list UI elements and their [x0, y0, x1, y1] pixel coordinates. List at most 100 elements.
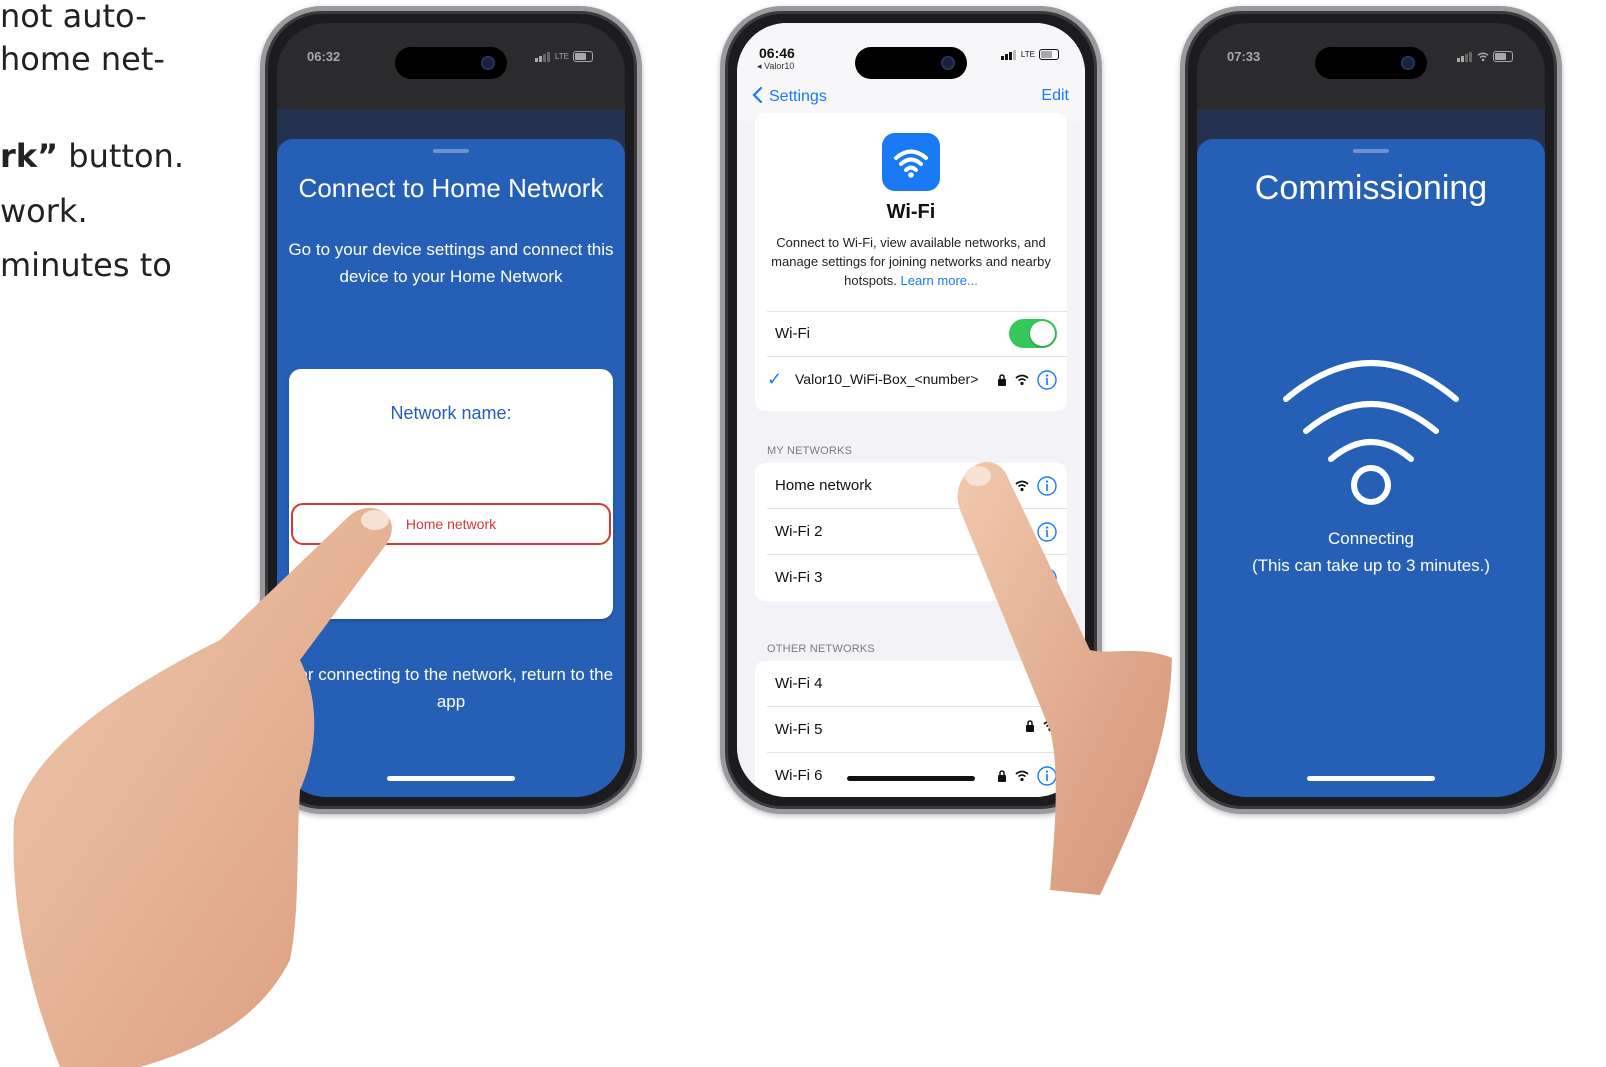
network-row[interactable]: Home network — [755, 463, 1067, 509]
wifi-card: Wi-Fi Connect to Wi-Fi, view available n… — [755, 113, 1067, 411]
dynamic-island — [395, 47, 507, 79]
phone-screen: 07:33 Commissioning Connecting (This can… — [1197, 23, 1545, 797]
phone-screen: 06:46 ◂ Valor10 LTE Settings Edit Wi-Fi … — [737, 23, 1085, 797]
network-card: Network name: Home network — [289, 369, 613, 619]
wifi-signal-icon — [1015, 526, 1029, 538]
page-title: Connect to Home Network — [298, 173, 604, 203]
edit-button[interactable]: Edit — [1041, 87, 1069, 105]
lock-icon — [998, 770, 1006, 782]
home-indicator[interactable] — [847, 776, 975, 781]
network-name: Wi-Fi 4 — [775, 675, 823, 692]
status-icons: LTE — [1000, 49, 1059, 60]
status-line: (This can take up to 3 minutes.) — [1251, 556, 1491, 575]
settings-back-label: Settings — [769, 88, 827, 105]
signal-icon — [1457, 51, 1472, 62]
instruction-paragraph: Go to your device settings and connect t… — [288, 240, 614, 286]
network-name: Wi-Fi 5 — [775, 721, 823, 738]
connected-network-name: Valor10_WiFi-Box_<number> — [795, 371, 979, 387]
wifi-signal-icon — [1477, 52, 1489, 61]
row-icons — [1043, 674, 1057, 686]
wifi-signal-icon — [1015, 480, 1029, 492]
connection-status: Connecting (This can take up to 3 minute… — [1197, 525, 1545, 579]
wifi-signal-icon — [1043, 720, 1057, 732]
wifi-toggle[interactable] — [1009, 319, 1057, 348]
home-indicator[interactable] — [387, 776, 515, 781]
network-type: LTE — [1020, 50, 1035, 59]
instruction-line: not auto- — [0, 0, 147, 35]
info-icon[interactable] — [1037, 370, 1057, 390]
checkmark-icon: ✓ — [767, 369, 783, 389]
network-name: Home network — [775, 477, 872, 494]
commissioning-sheet: Commissioning Connecting (This can take … — [1197, 139, 1545, 797]
network-row[interactable]: Wi-Fi 4 — [755, 661, 1067, 707]
wifi-heading: Wi-Fi — [886, 201, 936, 223]
info-icon[interactable] — [1037, 568, 1057, 588]
chevron-left-icon — [752, 86, 763, 104]
signal-icon — [534, 51, 550, 62]
home-indicator[interactable] — [1307, 776, 1435, 781]
row-icons — [1015, 522, 1057, 542]
network-row[interactable]: Wi-Fi 3 — [755, 555, 1067, 601]
status-time: 07:33 — [1227, 49, 1261, 64]
instruction-line: home net- — [0, 40, 165, 78]
row-icons — [997, 766, 1057, 786]
row-icons — [1037, 568, 1057, 588]
settings-back-button[interactable]: Settings — [751, 86, 827, 106]
lock-icon — [998, 374, 1006, 386]
status-icons: LTE — [534, 51, 593, 62]
battery-icon — [1039, 49, 1059, 60]
network-row[interactable]: Wi-Fi 5 — [755, 707, 1067, 753]
status-icons — [1457, 51, 1513, 62]
network-name-label: Network name: — [390, 403, 512, 423]
sheet-grabber[interactable] — [1353, 149, 1389, 153]
wifi-toggle-label: Wi-Fi — [775, 325, 810, 342]
battery-icon — [1493, 51, 1513, 62]
status-time: 06:46 — [759, 45, 795, 61]
row-icons — [1015, 476, 1057, 496]
network-row[interactable]: Wi-Fi 6 — [755, 753, 1067, 797]
my-networks-list: Home network Wi-Fi 2 Wi-Fi 3 — [755, 463, 1067, 601]
camera-icon — [481, 56, 495, 70]
wifi-signal-icon — [1043, 674, 1057, 686]
dynamic-island — [855, 47, 967, 79]
connect-sheet: Connect to Home Network Go to your devic… — [277, 139, 625, 797]
wifi-app-icon — [882, 133, 940, 191]
phone-commissioning: 07:33 Commissioning Connecting (This can… — [1180, 6, 1562, 814]
network-type: LTE — [554, 52, 569, 61]
row-icons — [997, 370, 1057, 390]
network-name: Wi-Fi 6 — [775, 767, 823, 784]
status-line: Connecting — [1327, 529, 1414, 548]
phone-connect-home: 06:32 LTE Connect to Home Network Go to … — [260, 6, 642, 814]
sheet-grabber[interactable] — [433, 149, 469, 153]
info-icon[interactable] — [1037, 766, 1057, 786]
info-icon[interactable] — [1037, 522, 1057, 542]
instruction-bold: rk” — [0, 137, 59, 175]
network-name: Wi-Fi 3 — [775, 569, 823, 586]
wifi-description: Connect to Wi-Fi, view available network… — [763, 233, 1059, 290]
info-icon[interactable] — [1037, 476, 1057, 496]
home-network-button[interactable]: Home network — [291, 503, 611, 545]
wifi-toggle-row[interactable]: Wi-Fi — [755, 311, 1067, 357]
instruction-line: work. — [0, 192, 88, 230]
my-networks-label: MY NETWORKS — [767, 445, 853, 457]
wifi-icon — [894, 149, 928, 178]
battery-icon — [573, 51, 593, 62]
after-connect-text: fter connecting to the network, return t… — [288, 665, 614, 711]
wifi-signal-icon — [1015, 770, 1029, 782]
phone-screen: 06:32 LTE Connect to Home Network Go to … — [277, 23, 625, 797]
learn-more-link[interactable]: Learn more... — [901, 273, 978, 288]
lock-icon — [1026, 720, 1034, 732]
instruction-rest: button. — [58, 137, 184, 175]
instruction-line: minutes to — [0, 246, 172, 284]
wifi-connecting-icon — [1283, 360, 1459, 505]
connected-network-row[interactable]: ✓ Valor10_WiFi-Box_<number> — [755, 357, 1067, 403]
row-divider — [767, 311, 1067, 312]
back-to-app-link[interactable]: ◂ Valor10 — [757, 61, 794, 72]
row-icons — [1025, 720, 1057, 732]
dynamic-island — [1315, 47, 1427, 79]
status-time: 06:32 — [307, 49, 341, 64]
network-row[interactable]: Wi-Fi 2 — [755, 509, 1067, 555]
other-networks-label: OTHER NETWORKS — [767, 643, 875, 655]
network-name: Wi-Fi 2 — [775, 523, 823, 540]
camera-icon — [1401, 56, 1415, 70]
